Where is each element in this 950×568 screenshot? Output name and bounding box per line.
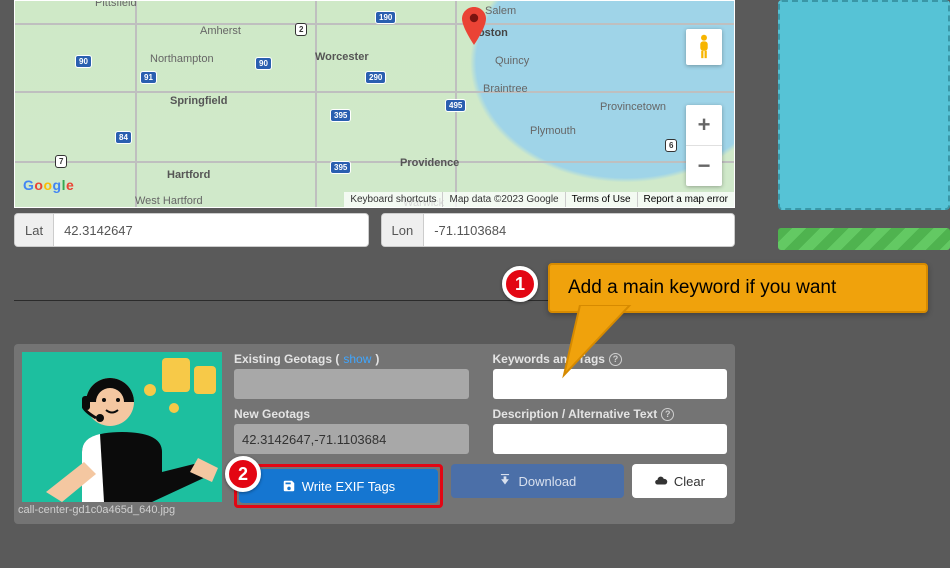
coordinates-row: Lat Lon bbox=[14, 213, 735, 247]
annotation-text: Add a main keyword if you want bbox=[568, 277, 836, 298]
map-pin-icon[interactable] bbox=[462, 7, 486, 45]
shield-i90b: 90 bbox=[255, 57, 272, 70]
shield-r2: 2 bbox=[295, 23, 307, 36]
lat-label: Lat bbox=[15, 214, 54, 246]
city-west-hartford: West Hartford bbox=[135, 195, 203, 207]
image-thumbnail bbox=[22, 352, 222, 502]
clear-button[interactable]: Clear bbox=[632, 464, 727, 498]
map-data-text: Map data ©2023 Google bbox=[442, 192, 564, 207]
pegman-button[interactable] bbox=[686, 29, 722, 65]
lon-group: Lon bbox=[381, 213, 736, 247]
write-exif-highlight: Write EXIF Tags bbox=[234, 464, 443, 508]
shield-i395b: 395 bbox=[330, 161, 351, 174]
terms-link[interactable]: Terms of Use bbox=[572, 194, 631, 205]
zoom-control: + − bbox=[686, 105, 722, 186]
shield-i190: 190 bbox=[375, 11, 396, 24]
save-icon bbox=[282, 479, 296, 493]
show-link[interactable]: show bbox=[343, 352, 371, 366]
existing-geotags-input[interactable] bbox=[234, 369, 469, 399]
annotation-badge-1: 1 bbox=[502, 266, 538, 302]
description-label: Description / Alternative Text? bbox=[493, 407, 728, 421]
lat-group: Lat bbox=[14, 213, 369, 247]
city-northampton: Northampton bbox=[150, 53, 214, 65]
lon-label: Lon bbox=[382, 214, 425, 246]
map-attribution: Keyboard shortcuts Map data ©2023 Google… bbox=[344, 192, 734, 207]
shield-i90a: 90 bbox=[75, 55, 92, 68]
cloud-icon bbox=[654, 474, 668, 488]
city-providence: Providence bbox=[400, 157, 459, 169]
shield-i91: 91 bbox=[140, 71, 157, 84]
image-filename: call-center-gd1c0a465d_640.jpg bbox=[18, 504, 175, 516]
shield-i290: 290 bbox=[365, 71, 386, 84]
city-quincy: Quincy bbox=[495, 55, 529, 67]
download-button[interactable]: Download bbox=[451, 464, 624, 498]
description-input[interactable] bbox=[493, 424, 728, 454]
side-panel-placeholder bbox=[778, 0, 950, 210]
city-amherst: Amherst bbox=[200, 25, 241, 37]
city-plymouth: Plymouth bbox=[530, 125, 576, 137]
download-icon bbox=[498, 474, 512, 488]
city-pittsfield: Pittsfield bbox=[95, 0, 137, 9]
city-springfield: Springfield bbox=[170, 95, 227, 107]
new-geotags-input[interactable] bbox=[234, 424, 469, 454]
city-worcester: Worcester bbox=[315, 51, 369, 63]
shield-i84: 84 bbox=[115, 131, 132, 144]
new-geotags-label: New Geotags bbox=[234, 407, 469, 421]
lon-input[interactable] bbox=[424, 214, 734, 246]
shield-i395a: 395 bbox=[330, 109, 351, 122]
side-stripe bbox=[778, 228, 950, 250]
zoom-in-button[interactable]: + bbox=[686, 105, 722, 145]
help-icon[interactable]: ? bbox=[661, 408, 674, 421]
map[interactable]: Pittsfield Amherst Northampton Springfie… bbox=[14, 0, 735, 208]
city-hartford: Hartford bbox=[167, 169, 210, 181]
zoom-out-button[interactable]: − bbox=[686, 146, 722, 186]
google-logo: Google bbox=[23, 177, 74, 193]
shield-r7: 7 bbox=[55, 155, 67, 168]
write-exif-button[interactable]: Write EXIF Tags bbox=[239, 469, 438, 503]
shield-r6: 6 bbox=[665, 139, 677, 152]
report-error-link[interactable]: Report a map error bbox=[644, 194, 728, 205]
existing-geotags-label: Existing Geotags (show) bbox=[234, 352, 469, 366]
annotation-tail-1 bbox=[560, 305, 640, 385]
keyboard-shortcuts-link[interactable]: Keyboard shortcuts bbox=[344, 192, 442, 207]
shield-i495: 495 bbox=[445, 99, 466, 112]
city-salem: Salem bbox=[485, 5, 516, 17]
city-braintree: Braintree bbox=[483, 83, 528, 95]
lat-input[interactable] bbox=[54, 214, 367, 246]
annotation-badge-2: 2 bbox=[225, 456, 261, 492]
city-provincetown: Provincetown bbox=[600, 101, 666, 113]
